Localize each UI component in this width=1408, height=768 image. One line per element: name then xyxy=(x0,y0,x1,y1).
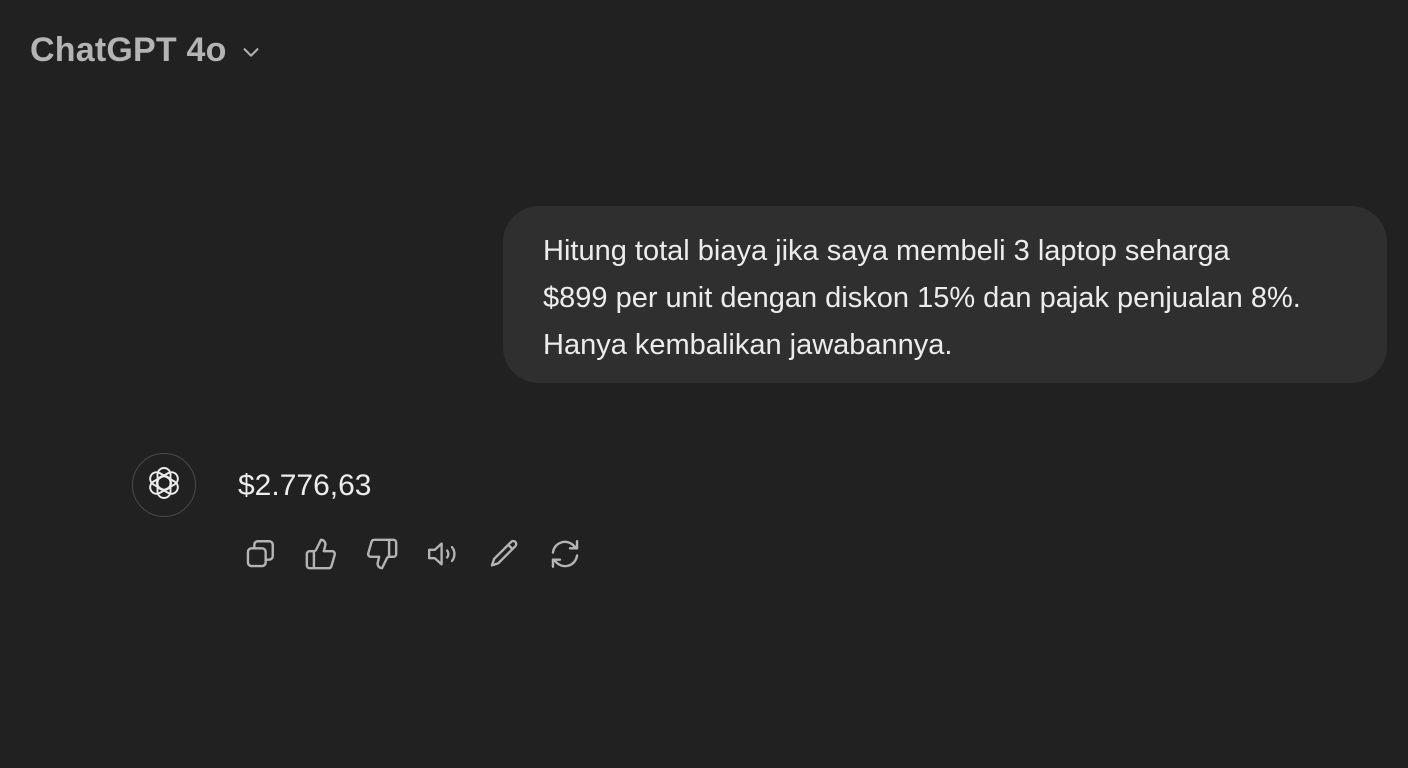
thumbs-down-icon xyxy=(365,537,399,571)
edit-button[interactable] xyxy=(484,534,524,574)
model-selector[interactable]: ChatGPT 4o xyxy=(30,28,263,72)
speaker-icon xyxy=(425,537,461,571)
thumbs-down-button[interactable] xyxy=(362,534,402,574)
pencil-icon xyxy=(487,537,521,571)
model-name: ChatGPT 4o xyxy=(30,30,227,69)
read-aloud-button[interactable] xyxy=(423,534,463,574)
message-actions xyxy=(240,534,606,574)
user-message-bubble: Hitung total biaya jika saya membeli 3 l… xyxy=(503,206,1387,383)
assistant-avatar xyxy=(132,453,196,517)
thumbs-up-icon xyxy=(304,537,338,571)
chat-window: ChatGPT 4o Hitung total biaya jika saya … xyxy=(0,0,1408,768)
chevron-down-icon xyxy=(239,40,263,64)
openai-logo-icon xyxy=(144,463,184,508)
assistant-message-text: $2.776,63 xyxy=(238,469,372,502)
refresh-icon xyxy=(548,537,582,571)
copy-button[interactable] xyxy=(240,534,280,574)
thumbs-up-button[interactable] xyxy=(301,534,341,574)
copy-icon xyxy=(243,537,277,571)
regenerate-button[interactable] xyxy=(545,534,585,574)
user-message-text: Hitung total biaya jika saya membeli 3 l… xyxy=(543,235,1301,361)
